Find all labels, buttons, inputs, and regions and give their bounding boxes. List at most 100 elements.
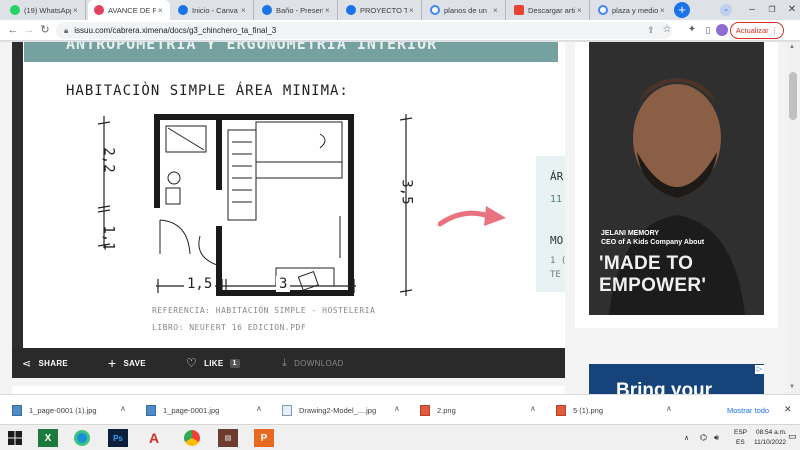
tab-canva-inicio[interactable]: Inicio - Canva × (172, 0, 254, 20)
tab-label: (19) WhatsApp (24, 5, 71, 15)
download-item[interactable]: 1_page-0001.jpg ∧ (146, 395, 268, 425)
close-icon[interactable]: × (660, 6, 668, 15)
close-icon[interactable]: × (158, 6, 166, 15)
tray-chevron-up-icon[interactable]: ∧ (684, 434, 689, 442)
document-band-text: ANTROPOMETRIA Y ERGONOMETRIA INTERIOR (66, 42, 438, 53)
tab-whatsapp[interactable]: (19) WhatsApp × (4, 0, 86, 20)
browser-toolbar: ← → ↻ 🔒︎ issuu.com/cabrera.ximena/docs/g… (0, 20, 800, 41)
photoshop-icon[interactable]: Ps (108, 429, 128, 447)
forward-icon[interactable]: → (22, 23, 36, 37)
share-page-icon[interactable]: ⇪ (644, 23, 658, 37)
extensions-icon[interactable]: ✦ (685, 23, 699, 37)
tab-descargar[interactable]: Descargar arti × (508, 0, 590, 20)
autocad-icon[interactable]: A (144, 429, 164, 447)
powerpoint-icon[interactable]: P (254, 429, 274, 447)
ad-person-role: CEO of A Kids Company About (601, 239, 705, 246)
close-icon[interactable]: × (73, 6, 81, 15)
download-button[interactable]: ⤓ DOWNLOAD (282, 348, 344, 378)
chevron-up-icon[interactable]: ∧ (256, 404, 262, 413)
winrar-icon[interactable]: ▤ (218, 429, 238, 447)
share-label: SHARE (38, 358, 69, 368)
next-page-preview[interactable]: ÁR 11 MO 1 ( TE (536, 156, 565, 292)
tab-avance[interactable]: AVANCE DE PI × (88, 0, 170, 20)
chevron-up-icon[interactable]: ∧ (120, 404, 126, 413)
page-scrollbar[interactable]: ▲ ▼ (786, 42, 800, 394)
close-icon[interactable]: × (409, 6, 417, 15)
download-item[interactable]: 1_page-0001 (1).jpg ∧ (12, 395, 132, 425)
tab-proyecto[interactable]: PROYECTO TU × (340, 0, 422, 20)
plus-icon: + (108, 355, 117, 371)
close-icon[interactable]: × (325, 6, 333, 15)
close-icon[interactable]: ✕ (784, 404, 792, 415)
tab-label: AVANCE DE PI (108, 5, 156, 15)
windows-taskbar: X Ps A ▤ P ∧ ⌬ 🔊︎ ESP ES 08:54 a.m. 11/1… (0, 424, 800, 450)
address-bar[interactable]: 🔒︎ issuu.com/cabrera.ximena/docs/g3_chin… (56, 22, 672, 39)
bookmark-star-icon[interactable]: ☆ (660, 23, 674, 37)
tab-plaza[interactable]: plaza y medio × (592, 0, 672, 20)
next-page-line: 1 ( (550, 256, 565, 266)
window-close-icon[interactable]: ✕ (780, 0, 800, 20)
like-button[interactable]: ♡ LIKE 1 (186, 348, 240, 378)
language-indicator-bottom[interactable]: ES (736, 439, 745, 446)
png-file-icon (420, 404, 430, 416)
scroll-up-icon[interactable]: ▲ (789, 44, 795, 50)
download-filename: 1_page-0001 (1).jpg (29, 405, 97, 415)
google-icon (430, 5, 440, 15)
reload-icon[interactable]: ↻ (38, 23, 52, 37)
floor-plan-drawing (97, 114, 413, 296)
windows-start-icon[interactable] (8, 431, 22, 445)
ad-headline: EMPOWER' (599, 275, 707, 296)
next-page-line: 11 (550, 194, 563, 205)
tab-planos[interactable]: planos de un × (424, 0, 506, 20)
scroll-down-icon[interactable]: ▼ (789, 384, 795, 390)
download-item[interactable]: 2.png ∧ (420, 395, 542, 425)
close-icon[interactable]: × (241, 6, 249, 15)
download-item[interactable]: Drawing2-Model_....jpg ∧ (282, 395, 406, 425)
lock-icon: 🔒︎ (64, 25, 69, 35)
network-icon[interactable]: ⌬ (700, 433, 707, 442)
chevron-up-icon[interactable]: ∧ (666, 404, 672, 413)
dimension-bottom-right: 3 (276, 276, 291, 292)
back-icon[interactable]: ← (6, 23, 20, 37)
clock-time[interactable]: 08:54 a.m. (756, 429, 787, 436)
volume-icon[interactable]: 🔊︎ (714, 433, 719, 443)
scrollbar-thumb[interactable] (789, 72, 797, 120)
dimension-left-bottom: 1,1 (100, 225, 117, 251)
update-button[interactable]: Actualizar ⋮ (730, 22, 784, 39)
reference-text: REFERENCIA: HABITACIÓN SIMPLE - HOSTELER… (152, 306, 376, 315)
chevron-up-icon[interactable]: ∧ (530, 404, 536, 413)
download-icon: ⤓ (282, 356, 288, 369)
page-title: HABITACIÒN SIMPLE ÁREA MINIMA: (66, 83, 349, 99)
side-panel-icon[interactable]: ▯ (701, 23, 715, 37)
next-page-line: TE (550, 270, 561, 280)
chrome-icon[interactable] (182, 429, 202, 447)
save-button[interactable]: + SAVE (108, 348, 146, 378)
tab-label: Baño - Presen (276, 5, 323, 15)
share-button[interactable]: ⋖ SHARE (22, 348, 68, 378)
download-item[interactable]: 5 (1).png ∧ (556, 395, 678, 425)
tab-bano[interactable]: Baño - Presen × (256, 0, 338, 20)
tab-search-button[interactable]: ⌄ (720, 4, 732, 16)
advertisement-banner[interactable]: Bring your ▷ (589, 364, 764, 394)
document-left-edge (12, 42, 23, 348)
book-reference-text: LIBRO: NEUFERT 16 EDICION.PDF (152, 323, 307, 332)
tab-label: PROYECTO TU (360, 5, 407, 15)
new-tab-button[interactable]: + (674, 2, 690, 18)
language-indicator-top[interactable]: ESP (734, 429, 747, 436)
profile-avatar[interactable] (716, 24, 728, 36)
tab-label: planos de un (444, 5, 487, 15)
arrow-right-icon (438, 206, 506, 227)
clock-date[interactable]: 11/10/2022 (754, 439, 786, 446)
download-filename: Drawing2-Model_....jpg (299, 405, 377, 415)
excel-icon[interactable]: X (38, 429, 58, 447)
ad-close-icon[interactable]: ▷ (755, 365, 764, 374)
close-icon[interactable]: × (577, 6, 585, 15)
image-file-icon (146, 404, 156, 416)
tab-label: Descargar arti (528, 5, 575, 15)
close-icon[interactable]: × (493, 6, 501, 15)
like-label: LIKE (204, 358, 224, 368)
show-all-downloads-link[interactable]: Mostrar todo (727, 395, 769, 425)
chevron-up-icon[interactable]: ∧ (394, 404, 400, 413)
edge-icon[interactable] (72, 429, 92, 447)
notifications-icon[interactable]: ▭ (788, 431, 797, 442)
